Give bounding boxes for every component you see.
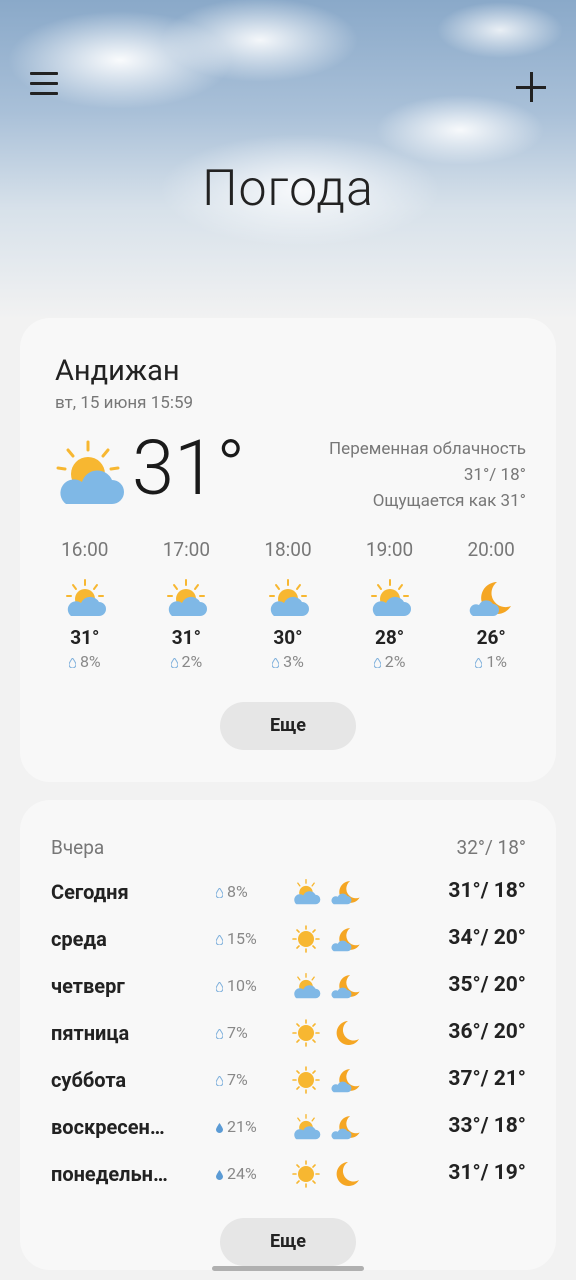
hour-temp: 26°	[476, 626, 506, 649]
hour-time: 19:00	[365, 538, 414, 561]
partly-cloudy-day-icon	[294, 973, 321, 999]
add-location-icon[interactable]	[514, 70, 548, 104]
high-low-text: 31°/ 18°	[463, 465, 526, 485]
more-hourly-button[interactable]: Еще	[220, 702, 356, 750]
feels-like-text: Ощущается как 31°	[372, 491, 526, 511]
daily-row[interactable]: среда 15% 34°/ 20°	[51, 921, 526, 961]
hour-rain: 2%	[136, 652, 238, 674]
day-name: понедельн…	[51, 1162, 168, 1186]
hour-temp: 28°	[374, 626, 405, 649]
sunny-icon	[292, 1160, 320, 1188]
partly-cloudy-day-icon	[65, 579, 106, 616]
yesterday-label: Вчера	[51, 836, 105, 859]
city-name: Андижан	[55, 354, 180, 388]
partly-cloudy-night-icon	[331, 1069, 360, 1093]
sunny-icon	[292, 925, 320, 953]
weather-description: Переменная облачность 31°/ 18° Ощущается…	[329, 436, 526, 514]
day-name: пятница	[51, 1021, 130, 1045]
home-indicator[interactable]	[212, 1266, 364, 1271]
condition-text: Переменная облачность	[329, 439, 526, 459]
raindrop-icon	[216, 1170, 223, 1180]
hourly-item: 19:00 28° 2%	[339, 538, 441, 674]
partly-cloudy-night-icon	[331, 1116, 360, 1140]
daily-row[interactable]: суббота 7% 37°/ 21°	[51, 1062, 526, 1102]
day-temp: 34°/ 20°	[448, 926, 526, 950]
partly-cloudy-day-icon	[268, 579, 309, 616]
moon-icon	[336, 1021, 359, 1045]
day-name: Сегодня	[51, 880, 129, 904]
day-name: среда	[51, 927, 107, 951]
day-rain: 8%	[216, 882, 248, 901]
hour-temp: 30°	[273, 626, 303, 649]
hour-time: 18:00	[264, 538, 312, 561]
menu-icon[interactable]	[30, 72, 58, 100]
day-rain: 21%	[216, 1117, 257, 1136]
daily-row[interactable]: четверг 10% 35°/ 20°	[51, 968, 526, 1008]
partly-cloudy-day-icon	[294, 879, 321, 905]
raindrop-icon	[216, 982, 223, 992]
partly-cloudy-day-icon	[167, 579, 208, 616]
partly-cloudy-night-icon	[331, 975, 360, 999]
raindrop-icon	[475, 658, 483, 668]
hourly-item: 16:00 31° 8%	[34, 538, 136, 674]
hourly-item: 20:00 26° 1%	[440, 538, 542, 674]
hour-temp: 31°	[70, 626, 100, 649]
day-temp: 35°/ 20°	[448, 973, 526, 997]
page-title: Погода	[202, 160, 374, 218]
hour-rain: 3%	[237, 652, 339, 674]
day-name: суббота	[51, 1068, 127, 1092]
hourly-item: 17:00 31° 2%	[136, 538, 238, 674]
raindrop-icon	[373, 658, 381, 668]
day-name: воскресен…	[51, 1115, 165, 1139]
day-rain: 10%	[216, 976, 257, 995]
partly-cloudy-night-icon	[331, 928, 360, 952]
raindrop-icon	[216, 935, 223, 945]
hour-temp: 31°	[171, 626, 201, 649]
day-temp: 31°/ 18°	[448, 879, 526, 903]
partly-cloudy-day-icon	[294, 1114, 321, 1140]
raindrop-icon	[170, 658, 178, 668]
moon-icon	[336, 1162, 359, 1186]
day-temp: 37°/ 21°	[448, 1067, 526, 1091]
hour-rain: 1%	[440, 652, 542, 674]
raindrop-icon	[272, 658, 280, 668]
raindrop-icon	[216, 1076, 223, 1086]
sunny-icon	[292, 1066, 320, 1094]
sunny-icon	[292, 1019, 320, 1047]
hour-time: 16:00	[61, 538, 109, 561]
day-temp: 31°/ 19°	[448, 1161, 526, 1185]
updated-datetime: вт, 15 июня 15:59	[55, 393, 194, 413]
partly-cloudy-night-icon	[469, 582, 512, 616]
daily-row[interactable]: воскресен… 21% 33°/ 18°	[51, 1109, 526, 1149]
daily-forecast-card[interactable]: Вчера 32°/ 18° Сегодня 8% 31°/ 18° среда…	[20, 800, 556, 1270]
yesterday-temp: 32°/ 18°	[456, 836, 526, 859]
daily-row[interactable]: понедельн… 24% 31°/ 19°	[51, 1156, 526, 1196]
hour-rain: 8%	[34, 652, 136, 674]
daily-row[interactable]: пятница 7% 36°/ 20°	[51, 1015, 526, 1055]
more-daily-button[interactable]: Еще	[220, 1218, 356, 1266]
day-rain: 24%	[216, 1164, 257, 1183]
partly-cloudy-day-icon	[370, 579, 411, 616]
current-weather-card[interactable]: Андижан вт, 15 июня 15:59 31° Переменная…	[20, 318, 556, 782]
day-rain: 7%	[216, 1023, 248, 1042]
raindrop-icon	[216, 1029, 223, 1039]
current-temperature: 31°	[132, 423, 246, 513]
day-name: четверг	[51, 974, 125, 998]
day-temp: 36°/ 20°	[448, 1020, 526, 1044]
partly-cloudy-night-icon	[331, 881, 360, 905]
day-rain: 7%	[216, 1070, 248, 1089]
day-temp: 33°/ 18°	[448, 1114, 526, 1138]
daily-row[interactable]: Сегодня 8% 31°/ 18°	[51, 874, 526, 914]
raindrop-icon	[216, 888, 223, 898]
day-rain: 15%	[216, 929, 257, 948]
top-bar: Погода	[0, 0, 576, 218]
raindrop-icon	[216, 1123, 223, 1133]
partly-cloudy-day-icon	[56, 440, 124, 504]
hour-time: 17:00	[162, 538, 211, 561]
hour-time: 20:00	[467, 538, 515, 561]
raindrop-icon	[68, 658, 76, 668]
hourly-item: 18:00 30° 3%	[237, 538, 339, 674]
hourly-forecast: 16:00 31° 8% 17:00 31° 2% 18:00 30° 3% 1…	[34, 538, 542, 674]
hour-rain: 2%	[339, 652, 441, 674]
